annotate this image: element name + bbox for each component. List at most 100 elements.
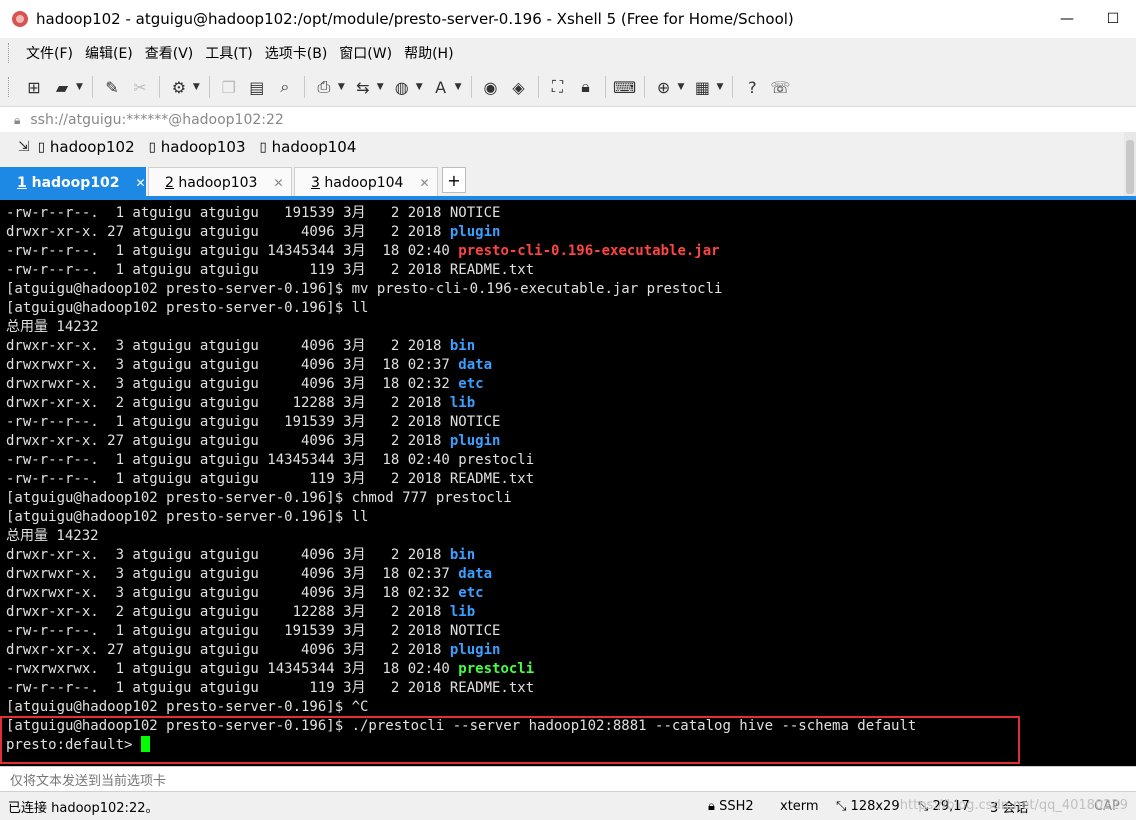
quick-session-label: hadoop104 [271,138,357,156]
maximize-button[interactable]: ☐ [1090,0,1136,38]
quick-session-label: hadoop102 [49,138,135,156]
compose-bar[interactable]: 仅将文本发送到当前选项卡 [0,766,1136,791]
find-icon[interactable]: ⌕ [274,76,296,98]
minimize-button[interactable]: — [1044,0,1090,38]
transfer-dropdown-icon[interactable]: ▼ [377,82,384,92]
disconnect-icon[interactable]: ✂ [129,76,151,98]
terminal-line: drwxr-xr-x. 3 atguigu atguigu 4096 3月 2 … [6,546,475,565]
script-icon[interactable]: ◈ [508,76,530,98]
quick-session-hadoop104[interactable]: ▯ hadoop104 [260,138,357,156]
top-scrollbar[interactable] [1124,132,1136,200]
terminal-size-label: 128x29 [850,798,900,814]
toolbar: ⊞ ▰ ▼ ✎ ✂ ⚙ ▼ ❐ ▤ ⌕ ⎙ ▼ ⇆ ▼ ◍ ▼ A ▼ ◉ ◈ ⛶ 🔒︎ ⌨… [0,68,1136,106]
connect-icon[interactable]: ✎ [101,76,123,98]
chat-icon[interactable]: ☏ [769,76,791,98]
window-controls: — ☐ [1044,0,1136,38]
menu-edit[interactable]: 编辑(E) [79,43,139,63]
tab-close-icon[interactable]: ✕ [419,176,429,190]
terminal-line: -rwxrwxrwx. 1 atguigu atguigu 14345344 3… [6,660,534,679]
toolbar-separator [537,76,539,98]
xftp-icon[interactable]: ◉ [480,76,502,98]
toolbar-grip [8,77,12,97]
tab-label: hadoop102 [31,174,120,191]
window-title: hadoop102 - atguigu@hadoop102:/opt/modul… [36,10,794,28]
terminal-output[interactable]: -rw-r--r--. 1 atguigu atguigu 191539 3月 … [0,200,1136,766]
menu-tabs[interactable]: 选项卡(B) [259,43,334,63]
tab-hadoop104[interactable]: 3 hadoop104 ✕ [294,167,438,197]
toolbar-separator [303,76,305,98]
print-dropdown-icon[interactable]: ▼ [338,82,345,92]
tab-close-icon[interactable]: ✕ [273,176,283,190]
scrollbar-thumb[interactable] [1126,140,1134,194]
copy-icon[interactable]: ❐ [218,76,240,98]
new-tab-icon[interactable]: ⊕ [653,76,675,98]
font-icon[interactable]: A [430,76,452,98]
menu-tools[interactable]: 工具(T) [199,43,258,63]
keyboard-icon[interactable]: ⌨ [613,76,636,98]
terminal-line: drwxr-xr-x. 2 atguigu atguigu 12288 3月 2… [6,603,475,622]
highlight-box [0,716,1020,764]
terminal-text: drwxrwxr-x. 3 atguigu atguigu 4096 3月 18… [6,585,459,601]
terminal-line: -rw-r--r--. 1 atguigu atguigu 14345344 3… [6,242,720,261]
bookmark-icon: ▯ [37,139,45,155]
terminal-text: drwxr-xr-x. 3 atguigu atguigu 4096 3月 2 … [6,338,450,354]
menu-file[interactable]: 文件(F) [20,43,79,63]
menu-window[interactable]: 窗口(W) [333,43,398,63]
address-bar[interactable]: 🔒︎ ssh://atguigu:******@hadoop102:22 [0,106,1136,133]
terminal-text: [atguigu@hadoop102 presto-server-0.196]$… [6,509,369,525]
help-icon[interactable]: ? [741,76,763,98]
print-icon[interactable]: ⎙ [313,76,335,98]
tab-close-icon[interactable]: ✕ [136,176,146,190]
address-text[interactable]: ssh://atguigu:******@hadoop102:22 [30,112,283,128]
file-name-blue: lib [449,604,476,620]
file-name-blue: data [458,357,493,373]
menu-view[interactable]: 查看(V) [139,43,200,63]
layout-dropdown-icon[interactable]: ▼ [716,82,723,92]
terminal-line: drwxrwxr-x. 3 atguigu atguigu 4096 3月 18… [6,565,492,584]
terminal-text: drwxr-xr-x. 3 atguigu atguigu 4096 3月 2 … [6,547,450,563]
fullscreen-icon[interactable]: ⛶ [547,76,569,98]
terminal-text: 总用量 14232 [6,528,99,544]
protocol-status: 🔒︎ SSH2 [708,798,754,814]
paste-icon[interactable]: ▤ [246,76,268,98]
font-dropdown-icon[interactable]: ▼ [455,82,462,92]
toolbar-separator [91,76,93,98]
tab-hadoop103[interactable]: 2 hadoop103 ✕ [148,167,292,197]
session-arrow-icon[interactable]: ⇲ [18,139,30,155]
globe-icon[interactable]: ◍ [391,76,413,98]
toolbar-separator [643,76,645,98]
terminal-text: -rw-r--r--. 1 atguigu atguigu 119 3月 2 2… [6,680,535,696]
terminal-text: drwxr-xr-x. 27 atguigu atguigu 4096 3月 2… [6,433,450,449]
file-name-blue: bin [449,338,476,354]
file-name-red: presto-cli-0.196-executable.jar [458,243,720,259]
compose-placeholder[interactable]: 仅将文本发送到当前选项卡 [10,770,166,789]
terminal-text: drwxrwxr-x. 3 atguigu atguigu 4096 3月 18… [6,566,459,582]
tab-number: 1 [17,174,27,191]
properties-icon[interactable]: ⚙ [168,76,190,98]
quick-session-hadoop103[interactable]: ▯ hadoop103 [149,138,246,156]
menu-bar: 文件(F) 编辑(E) 查看(V) 工具(T) 选项卡(B) 窗口(W) 帮助(… [0,38,1136,68]
terminal-text: drwxr-xr-x. 27 atguigu atguigu 4096 3月 2… [6,642,450,658]
open-folder-icon[interactable]: ▰ [51,76,73,98]
tab-number: 2 [165,174,174,191]
add-tab-button[interactable]: + [442,167,466,193]
terminal-text: drwxr-xr-x. 27 atguigu atguigu 4096 3月 2… [6,224,450,240]
terminal-text: -rwxrwxrwx. 1 atguigu atguigu 14345344 3… [6,661,459,677]
lock-icon[interactable]: 🔒︎ [575,76,597,98]
terminal-text: -rw-r--r--. 1 atguigu atguigu 191539 3月 … [6,623,501,639]
terminal-line: -rw-r--r--. 1 atguigu atguigu 191539 3月 … [6,413,500,432]
layout-icon[interactable]: ▦ [691,76,713,98]
globe-dropdown-icon[interactable]: ▼ [416,82,423,92]
new-session-icon[interactable]: ⊞ [23,76,45,98]
terminal-type: xterm [780,798,819,814]
terminal-line: [atguigu@hadoop102 presto-server-0.196]$… [6,508,368,527]
transfer-icon[interactable]: ⇆ [352,76,374,98]
quick-session-hadoop102[interactable]: ▯ hadoop102 [38,138,135,156]
tab-hadoop102[interactable]: 1 hadoop102 ✕ [0,167,146,197]
open-dropdown-icon[interactable]: ▼ [76,82,83,92]
terminal-text: drwxr-xr-x. 2 atguigu atguigu 12288 3月 2… [6,604,450,620]
terminal-text: -rw-r--r--. 1 atguigu atguigu 14345344 3… [6,452,535,468]
new-tab-dropdown-icon[interactable]: ▼ [678,82,685,92]
properties-dropdown-icon[interactable]: ▼ [193,82,200,92]
menu-help[interactable]: 帮助(H) [398,43,459,63]
